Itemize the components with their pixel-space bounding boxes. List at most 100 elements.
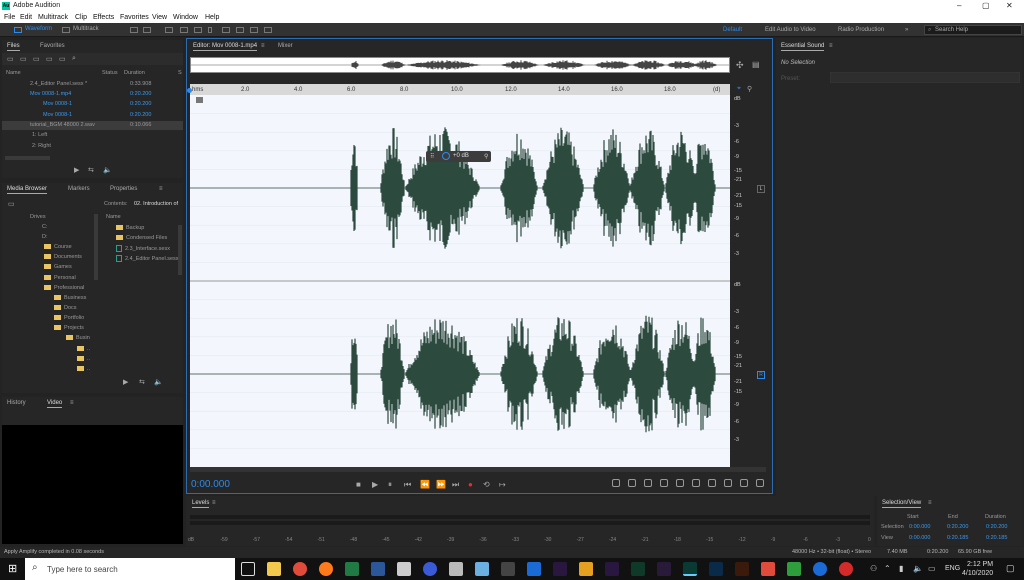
calculator-icon[interactable] (397, 562, 411, 576)
tab-properties[interactable]: Properties (110, 186, 137, 192)
tree-item[interactable]: .. (77, 366, 90, 372)
app-icon[interactable] (449, 562, 463, 576)
hud-volume[interactable]: ⠿ +0 dB ⚲ (426, 151, 491, 162)
word-icon[interactable] (371, 562, 385, 576)
zoom-out-full-icon[interactable] (676, 479, 684, 487)
file-row-name[interactable]: 2.4_Editor Panel.sesx * (30, 81, 87, 87)
menu-help[interactable]: Help (205, 14, 219, 21)
pause-button[interactable]: ⏸ (388, 480, 392, 490)
lasso-tool-icon[interactable] (236, 27, 244, 33)
move-to-next-button[interactable]: ⏭ (452, 480, 459, 490)
skip-selection-button[interactable]: ↦ (499, 480, 506, 489)
menu-effects[interactable]: Effects (93, 14, 114, 21)
zoom-navigator-icon[interactable]: ✣ (736, 60, 744, 71)
clip-gain-icon[interactable] (196, 97, 203, 103)
files-scrollbar[interactable] (178, 225, 182, 275)
clock-date[interactable]: 4/10/2020 (962, 570, 993, 577)
files-scrollbar[interactable] (5, 156, 50, 160)
tab-video[interactable]: Video (47, 400, 63, 408)
taskbar-search-box[interactable]: ⌕ Type here to search (25, 558, 235, 580)
tree-item[interactable]: D: (42, 234, 48, 240)
filmstrip-icon[interactable]: ▤ (752, 60, 760, 69)
play-button[interactable]: ▶ (372, 480, 378, 489)
multitrack-button[interactable]: Multitrack (73, 26, 99, 32)
move-to-previous-button[interactable]: ⏮ (404, 480, 411, 490)
zoom-in-left-icon[interactable] (708, 479, 716, 487)
selection-start-field[interactable]: 0:00.000 (909, 524, 930, 530)
file-row-name[interactable]: tutorial_BGM 48000 2.wav (30, 122, 95, 128)
media-file-item[interactable]: 2.4_Editor Panel.sesx (116, 255, 179, 262)
selection-duration-field[interactable]: 0:20.200 (986, 524, 1007, 530)
tab-media-browser[interactable]: Media Browser (7, 186, 48, 194)
slip-tool-icon[interactable] (194, 27, 202, 33)
app-icon[interactable] (501, 562, 515, 576)
record-button[interactable]: ● (468, 480, 473, 489)
tree-item[interactable]: .. (77, 346, 90, 352)
excel-icon[interactable] (345, 562, 359, 576)
loop-icon[interactable]: ⇆ (88, 166, 94, 174)
move-tool-icon[interactable] (165, 27, 173, 33)
firefox-icon[interactable] (319, 562, 333, 576)
preset-dropdown[interactable] (830, 72, 1020, 83)
tab-markers[interactable]: Markers (68, 186, 90, 192)
snap-icon[interactable]: ⌖ (737, 85, 741, 93)
rewind-button[interactable]: ⏪ (420, 480, 430, 489)
hud-move-icon[interactable]: ⠿ (430, 153, 434, 160)
media-file-item[interactable]: Backup (116, 225, 144, 231)
col-duration[interactable]: Duration (124, 70, 145, 76)
loop-icon[interactable]: ⇆ (139, 378, 145, 386)
razor-tool-icon[interactable] (180, 27, 188, 33)
notifications-icon[interactable]: ▢ (1006, 563, 1015, 574)
app-icon[interactable] (423, 562, 437, 576)
open-file-icon[interactable]: ▭ (20, 55, 27, 63)
tree-item[interactable]: Drives (30, 214, 46, 220)
panel-menu-icon[interactable]: ≡ (70, 400, 74, 406)
spot-healing-tool-icon[interactable] (264, 27, 272, 33)
stop-button[interactable]: ■ (356, 480, 361, 489)
taskbar-search-input[interactable]: Type here to search (47, 565, 118, 574)
zoom-in-time-icon[interactable] (644, 479, 652, 487)
tree-item[interactable]: Portfolio (54, 315, 84, 321)
col-name[interactable]: Name (6, 70, 21, 76)
tab-mixer[interactable]: Mixer (278, 43, 293, 49)
after-effects-icon[interactable] (553, 562, 567, 576)
play-preview-icon[interactable]: ▶ (123, 378, 128, 386)
language-indicator[interactable]: ENG (945, 565, 960, 572)
view-duration-field[interactable]: 0:20.185 (986, 535, 1007, 541)
fast-forward-button[interactable]: ⏩ (436, 480, 446, 489)
tree-item[interactable]: Course (44, 244, 72, 250)
volume-icon[interactable]: 🔈 (103, 166, 112, 174)
hand-icon[interactable] (756, 479, 764, 487)
view-start-field[interactable]: 0:00.000 (909, 535, 930, 541)
zoom-out-amplitude-icon[interactable] (628, 479, 636, 487)
time-selection-tool-icon[interactable] (208, 27, 212, 33)
tree-item[interactable]: Personal (44, 275, 76, 281)
app-icon[interactable] (787, 562, 801, 576)
panel-menu-icon[interactable]: ≡ (928, 500, 932, 506)
menu-clip[interactable]: Clip (75, 14, 87, 21)
panel-menu-icon[interactable]: ≡ (159, 186, 163, 192)
show-hidden-icons-icon[interactable]: ⌃ (884, 564, 891, 573)
horizontal-scrollbar[interactable] (190, 467, 766, 472)
network-icon[interactable]: ▮ (899, 564, 903, 573)
tab-history[interactable]: History (7, 400, 26, 406)
tree-scrollbar[interactable] (94, 214, 98, 280)
col-s[interactable]: S (178, 70, 182, 76)
app-icon[interactable] (527, 562, 541, 576)
hud-pin-icon[interactable]: ⚲ (484, 153, 488, 160)
menu-view[interactable]: View (152, 14, 167, 21)
file-row-name[interactable]: Mov 0008-1.mp4 (30, 91, 71, 97)
col-status[interactable]: Status (102, 70, 118, 76)
app-icon[interactable] (579, 562, 593, 576)
app-icon[interactable] (631, 562, 645, 576)
view-end-field[interactable]: 0:20.185 (947, 535, 968, 541)
chrome-icon[interactable] (293, 562, 307, 576)
maximize-button[interactable]: ▢ (982, 1, 990, 10)
channel-left-toggle[interactable]: L (757, 185, 765, 193)
play-preview-icon[interactable]: ▶ (74, 166, 79, 174)
tree-item[interactable]: Games (44, 264, 72, 270)
media-file-item[interactable]: Condensed Files (116, 235, 167, 241)
tree-item[interactable]: C: (42, 224, 48, 230)
hud-pin-icon[interactable]: ⚲ (747, 85, 752, 93)
photoshop-icon[interactable] (709, 562, 723, 576)
